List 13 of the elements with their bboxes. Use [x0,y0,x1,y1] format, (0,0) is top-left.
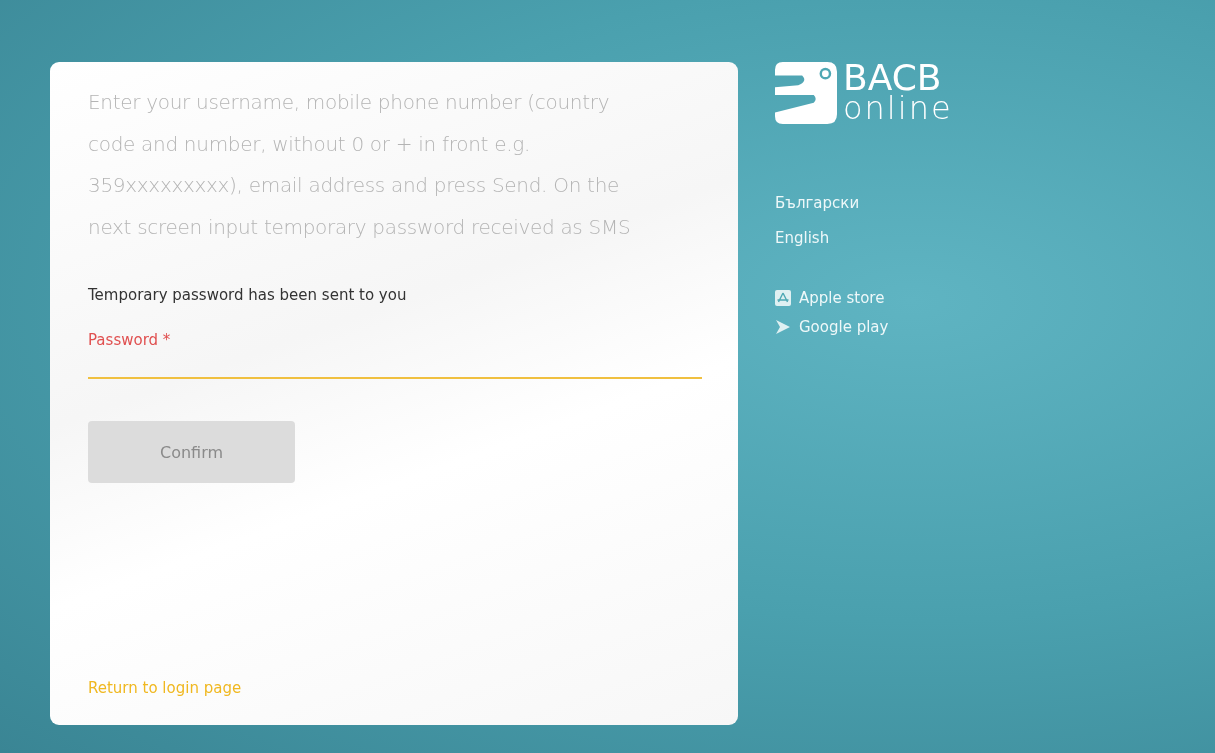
logo-title: BACB [843,63,942,93]
language-link[interactable]: Български [775,194,860,212]
play-icon[interactable] [775,319,791,335]
logo-icon [775,62,837,124]
app-store-icon[interactable] [775,290,791,306]
notice-text: Temporary password has been sent to you [88,286,408,304]
language-link[interactable]: English [775,229,830,247]
instructions-text: Enter your username, mobile phone number (country code and number, without 0 or + in front e.g. 359xxxxxxxxx), email address and press Send. On the next screen input temporary password received as SMS [88,89,632,241]
return-link[interactable]: Return to login page [88,679,242,697]
logo-subtitle: online [843,93,953,123]
store-link[interactable]: Apple store [799,289,885,307]
store-link[interactable]: Google play [799,318,889,336]
password-field[interactable]: Password * [88,331,702,379]
